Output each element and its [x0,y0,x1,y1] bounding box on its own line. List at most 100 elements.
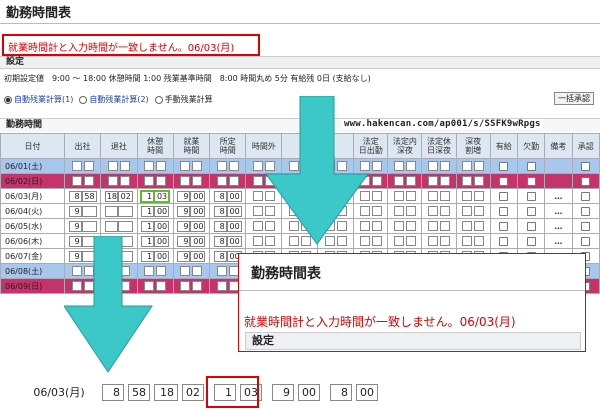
note-cell[interactable]: … [544,218,573,234]
empty-input[interactable] [144,161,155,171]
checkbox[interactable] [581,191,591,201]
empty-input[interactable] [107,161,118,171]
calc-mode-radio-1[interactable]: 自動残業計算(1) [4,94,73,105]
empty-input[interactable] [474,236,485,246]
time-input[interactable] [117,205,133,217]
checkbox[interactable] [526,221,536,231]
time-input[interactable]: 00 [226,235,242,247]
time-input[interactable]: 9 [177,205,191,217]
empty-input[interactable] [405,176,416,186]
empty-input[interactable] [371,221,382,231]
empty-input[interactable] [439,221,450,231]
empty-input[interactable] [474,191,485,201]
empty-input[interactable] [439,161,450,171]
time-input[interactable]: 00 [154,205,170,217]
time-input[interactable] [81,220,97,232]
empty-input[interactable] [371,206,382,216]
time-input[interactable]: 02 [117,190,133,202]
zoom-scheduled-hour[interactable]: 8 [330,383,352,401]
time-input[interactable]: 1 [141,205,155,217]
checkbox[interactable] [499,206,509,216]
time-input[interactable]: 00 [226,190,242,202]
empty-input[interactable] [393,191,404,201]
note-link[interactable]: … [554,192,562,201]
empty-input[interactable] [371,176,382,186]
empty-input[interactable] [216,281,227,291]
time-input[interactable]: 18 [104,190,118,202]
zoom-out-minute[interactable]: 02 [182,383,204,401]
time-input[interactable]: 00 [226,205,242,217]
checkbox[interactable] [581,161,591,171]
empty-input[interactable] [439,236,450,246]
zoom-scheduled-minute[interactable]: 00 [356,383,378,401]
empty-input[interactable] [462,176,473,186]
empty-input[interactable] [180,266,191,276]
checkbox[interactable] [499,236,509,246]
checkbox[interactable] [526,191,536,201]
empty-input[interactable] [393,236,404,246]
zoom-in-hour[interactable]: 8 [102,383,124,401]
empty-input[interactable] [439,191,450,201]
time-input[interactable]: 9 [177,190,191,202]
time-input[interactable]: 03 [153,189,171,203]
time-input[interactable]: 8 [213,235,227,247]
radio-circle-icon[interactable] [79,95,88,104]
empty-input[interactable] [107,176,118,186]
empty-input[interactable] [462,236,473,246]
time-input[interactable] [104,205,118,217]
note-cell[interactable]: … [544,203,573,219]
empty-input[interactable] [427,206,438,216]
note-cell[interactable]: … [544,233,573,249]
empty-input[interactable] [156,161,167,171]
time-input[interactable]: 9 [177,220,191,232]
empty-input[interactable] [427,236,438,246]
empty-input[interactable] [405,161,416,171]
checkbox[interactable] [581,206,591,216]
note-cell[interactable]: … [544,188,573,204]
empty-input[interactable] [119,161,130,171]
empty-input[interactable] [156,176,167,186]
checkbox[interactable] [581,236,591,246]
empty-input[interactable] [371,191,382,201]
checkbox[interactable] [499,221,509,231]
time-input[interactable]: 8 [213,250,227,262]
empty-input[interactable] [474,176,485,186]
time-input[interactable]: 00 [190,190,206,202]
calc-mode-radio-3[interactable]: 手動残業計算 [154,94,213,105]
empty-input[interactable] [192,161,203,171]
empty-input[interactable] [393,206,404,216]
radio-circle-icon[interactable] [154,95,163,104]
note-link[interactable]: … [554,222,562,231]
bulk-approve-button[interactable]: 一括承認 [554,92,594,105]
empty-input[interactable] [474,206,485,216]
empty-input[interactable] [71,161,82,171]
empty-input[interactable] [216,266,227,276]
zoom-in-minute[interactable]: 58 [128,383,150,401]
empty-input[interactable] [405,206,416,216]
empty-input[interactable] [462,161,473,171]
empty-input[interactable] [371,236,382,246]
time-input[interactable]: 9 [177,250,191,262]
time-input[interactable] [104,220,118,232]
empty-input[interactable] [180,281,191,291]
empty-input[interactable] [462,221,473,231]
empty-input[interactable] [427,221,438,231]
zoom-work-hour[interactable]: 9 [272,383,294,401]
empty-input[interactable] [228,176,239,186]
empty-input[interactable] [439,206,450,216]
time-input[interactable]: 1 [140,189,156,203]
time-input[interactable] [117,220,133,232]
empty-input[interactable] [427,176,438,186]
empty-input[interactable] [371,161,382,171]
time-input[interactable]: 9 [68,220,82,232]
empty-input[interactable] [192,281,203,291]
time-input[interactable]: 00 [190,235,206,247]
time-input[interactable]: 8 [213,190,227,202]
empty-input[interactable] [192,176,203,186]
empty-input[interactable] [405,191,416,201]
note-link[interactable]: … [554,207,562,216]
radio-circle-icon[interactable] [4,95,12,104]
time-input[interactable]: 9 [177,235,191,247]
empty-input[interactable] [216,161,227,171]
time-input[interactable]: 8 [213,220,227,232]
